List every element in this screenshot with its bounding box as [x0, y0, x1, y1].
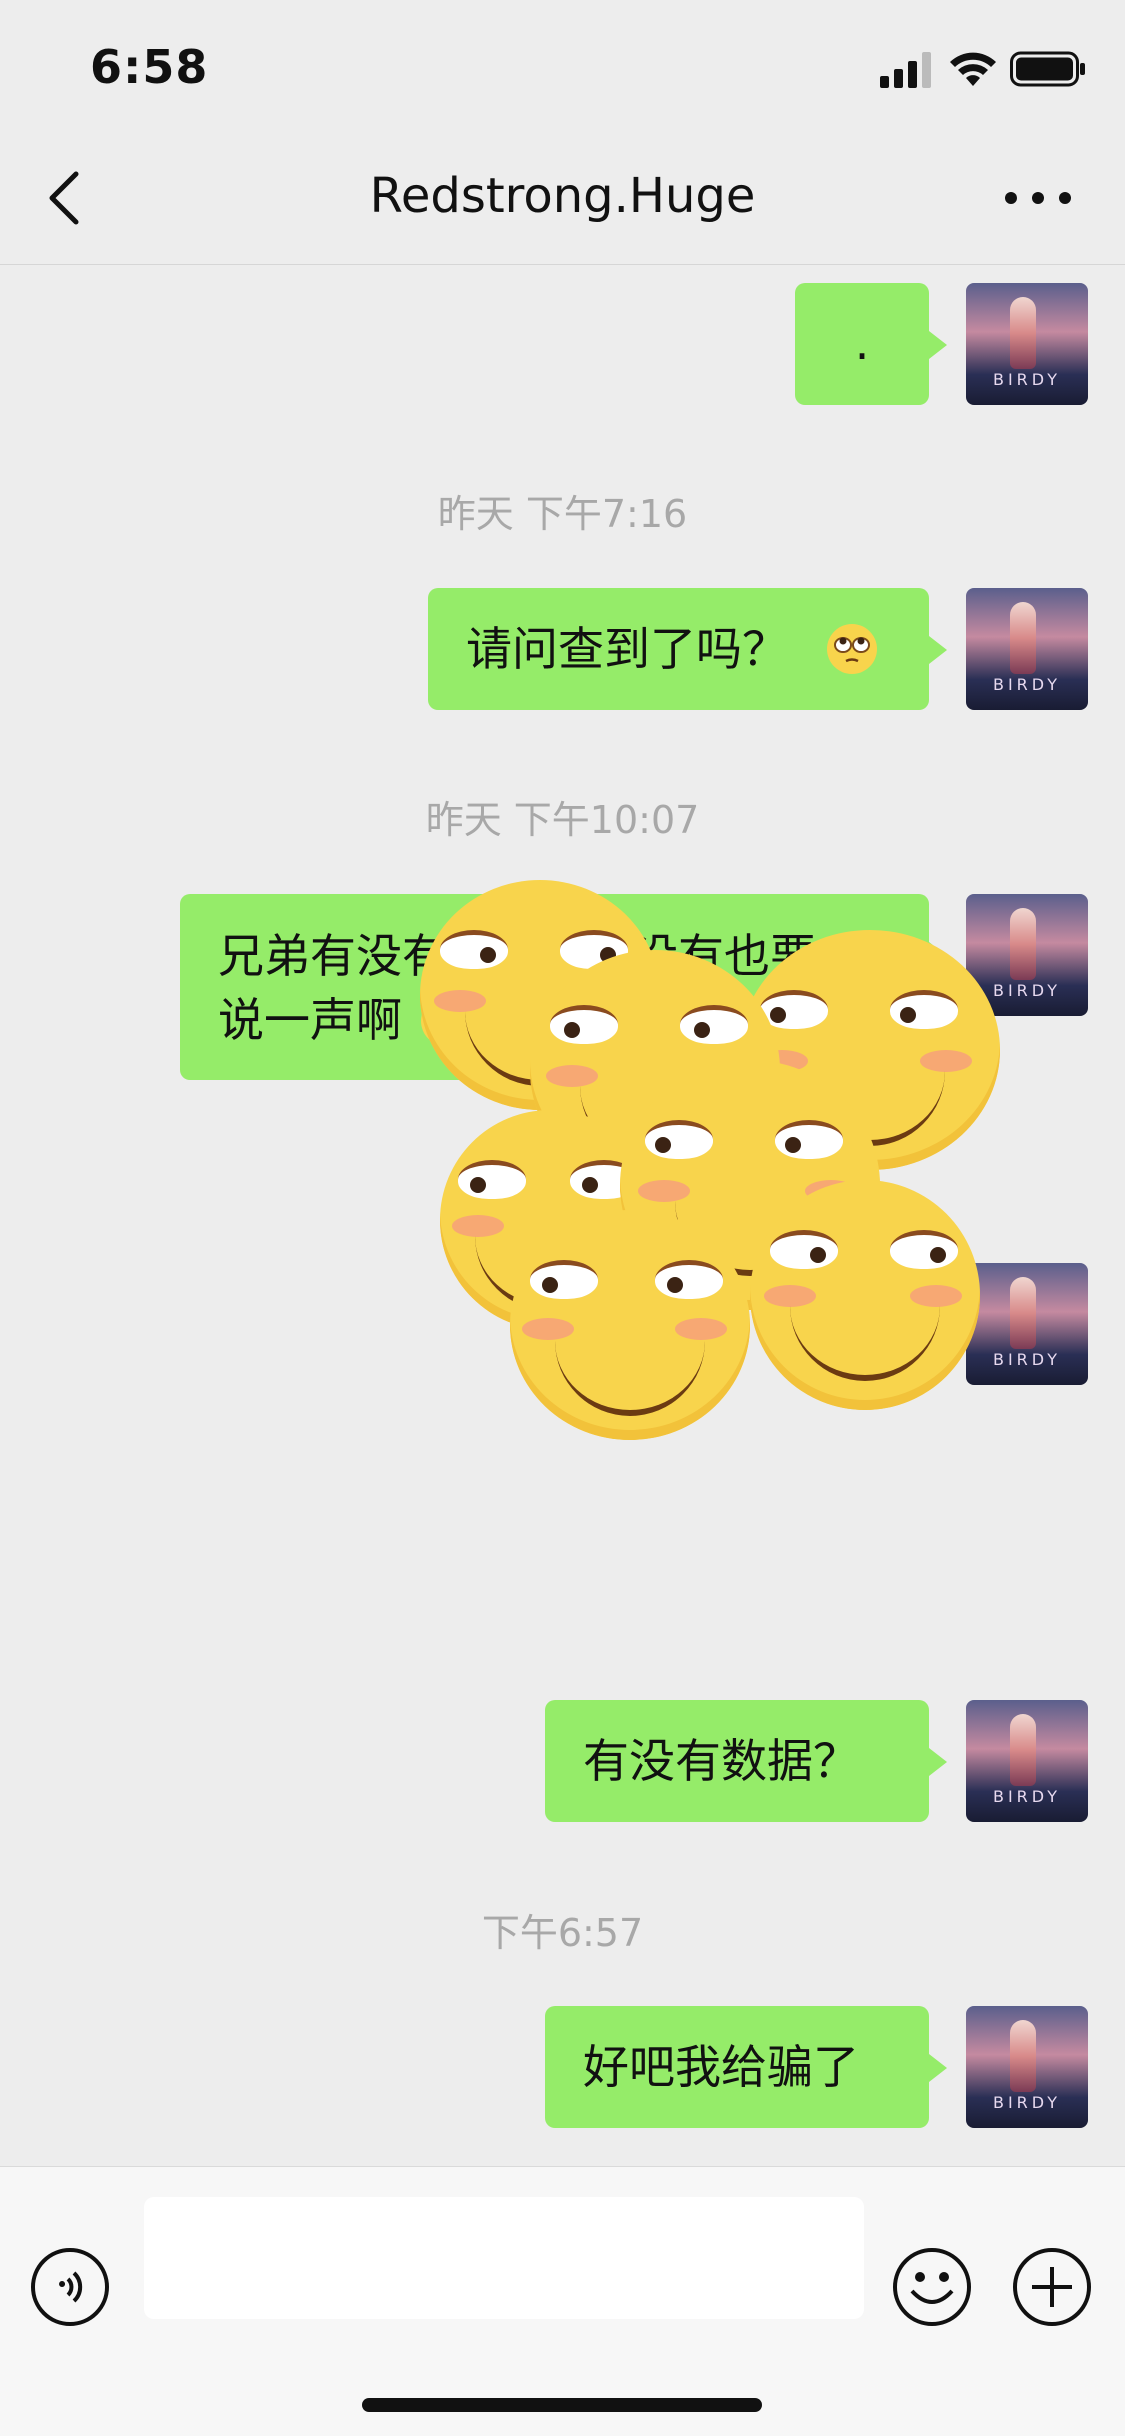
voice-icon[interactable] [30, 2247, 110, 2327]
message-input[interactable] [144, 2197, 864, 2319]
emoji-icon[interactable] [892, 2247, 972, 2327]
avatar-label: BIRDY [992, 675, 1062, 694]
message-text: 有没有数据？ [583, 1734, 859, 1788]
chat-screen: 6:58 Redstrong.Huge . BIRDY 昨天 下午7:16 请问… [0, 0, 1125, 2436]
message-bubble[interactable]: 有没有数据？ [545, 1700, 947, 1822]
nav-bar: Redstrong.Huge [0, 132, 1125, 265]
avatar[interactable]: BIRDY [966, 588, 1088, 710]
message-text: 好吧我给骗了 [583, 2040, 859, 2094]
timestamp: 下午6:57 [481, 1911, 644, 1955]
signal-icon [880, 52, 931, 88]
battery-icon [1010, 51, 1085, 87]
input-bar [0, 2166, 1125, 2436]
avatar-label: BIRDY [992, 370, 1062, 389]
message-bubble[interactable]: . [795, 283, 947, 405]
avatar[interactable]: BIRDY [966, 283, 1088, 405]
message-bubble[interactable]: 请问查到了吗？ [428, 588, 947, 710]
more-icon[interactable] [1001, 172, 1075, 224]
plus-icon[interactable] [1012, 2247, 1092, 2327]
smirk-sticker-icon[interactable] [420, 880, 1000, 1440]
chat-title: Redstrong.Huge [369, 168, 756, 224]
wifi-icon [950, 52, 996, 86]
message-text: . [854, 316, 870, 370]
status-bar: 6:58 [0, 0, 1125, 132]
avatar-label: BIRDY [992, 1787, 1062, 1806]
avatar-label: BIRDY [992, 2093, 1062, 2112]
avatar[interactable]: BIRDY [966, 2006, 1088, 2128]
message-text: 说一声啊 [218, 993, 402, 1047]
avatar[interactable]: BIRDY [966, 1700, 1088, 1822]
message-text: 请问查到了吗？ [466, 622, 788, 676]
home-indicator[interactable] [362, 2398, 762, 2412]
message-bubble[interactable]: 好吧我给骗了 [545, 2006, 947, 2128]
status-time: 6:58 [90, 40, 209, 94]
timestamp: 昨天 下午7:16 [437, 492, 688, 536]
eye-roll-emoji-icon [826, 623, 877, 674]
timestamp: 昨天 下午10:07 [425, 798, 700, 842]
